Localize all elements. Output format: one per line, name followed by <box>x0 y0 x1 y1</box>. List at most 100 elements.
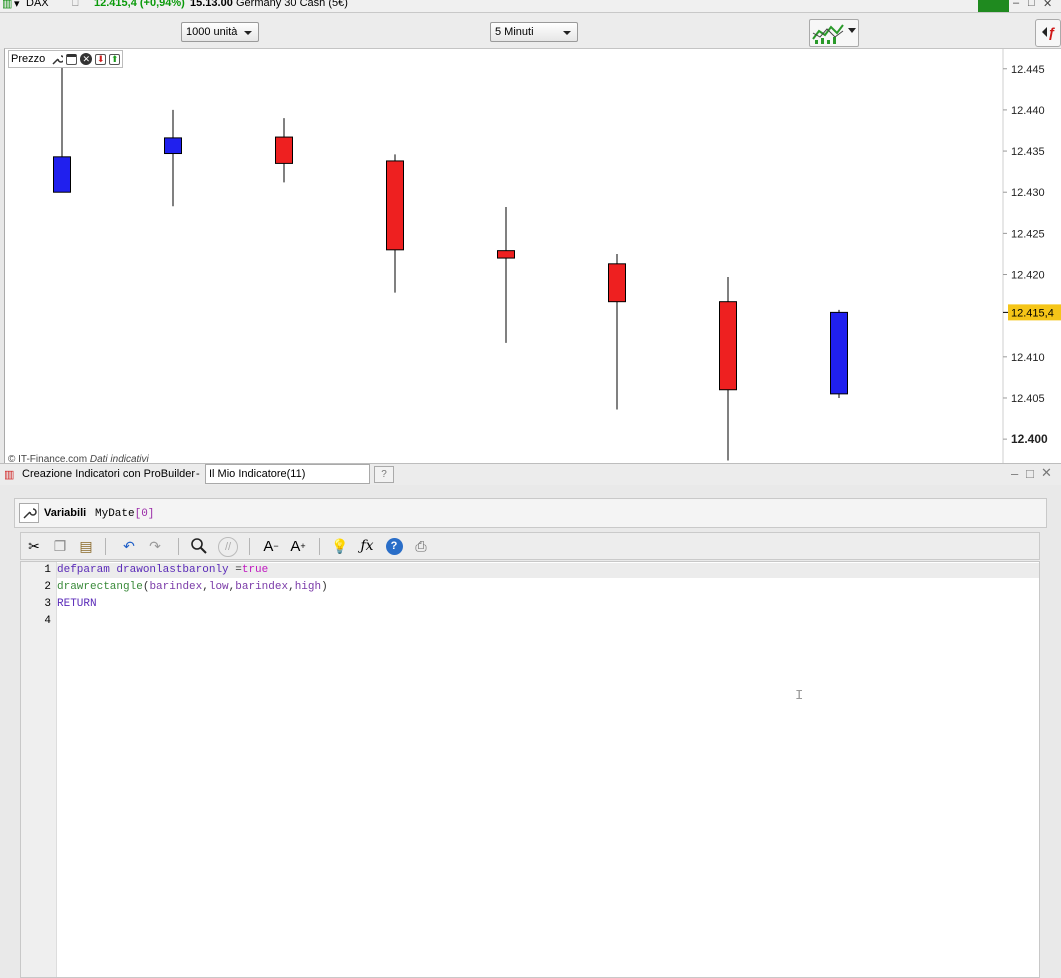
y-tick-label: 12.445 <box>1011 64 1045 76</box>
rename-icon[interactable]: ? <box>374 466 394 483</box>
chevron-down-icon <box>848 28 856 33</box>
move-up-icon[interactable]: ⬆ <box>109 53 121 65</box>
info-icon[interactable]: ⎕ <box>72 0 79 10</box>
price-panel-header: Prezzo ✕ ⬇ ⬆ <box>8 50 124 68</box>
dax-chart-icon: ▥ <box>2 0 13 10</box>
credit-note: Dati indicativi <box>89 454 149 463</box>
code-token: true <box>241 564 269 576</box>
maximize-icon[interactable]: □ <box>1026 466 1034 481</box>
copy-icon[interactable]: ❐ <box>51 537 69 555</box>
candle-body <box>164 137 182 155</box>
chevron-down-icon <box>563 31 571 35</box>
candle[interactable] <box>608 253 626 410</box>
probuilder-title: Creazione Indicatori con ProBuilder <box>22 468 196 480</box>
search-icon[interactable] <box>190 537 208 555</box>
data-credit: © IT-Finance.com Dati indicativi <box>8 454 149 463</box>
y-tick-label: 12.400 <box>1011 432 1048 446</box>
y-tick-label: 12.425 <box>1011 228 1045 240</box>
variables-bar: Variabili MyDate[0] <box>14 498 1047 528</box>
remove-icon[interactable]: ✕ <box>80 53 93 65</box>
candle-body <box>386 160 404 251</box>
code-line[interactable]: RETURN <box>57 598 97 610</box>
current-price-label: 12.415,4 <box>1011 307 1054 319</box>
move-down-icon[interactable]: ⬇ <box>95 53 107 65</box>
maximize-icon[interactable]: □ <box>1028 0 1035 9</box>
line-number: 4 <box>44 615 51 627</box>
y-tick-label: 12.440 <box>1011 105 1045 117</box>
wrench-icon[interactable] <box>50 53 64 66</box>
code-token: drawonlastbaronly <box>116 564 229 576</box>
code-token: defparam <box>57 564 110 576</box>
candle[interactable] <box>830 309 848 398</box>
arrow-left-icon <box>1042 27 1047 37</box>
y-tick-label: 12.435 <box>1011 146 1045 158</box>
code-token: RETURN <box>57 598 97 610</box>
credit-source: © IT-Finance.com <box>8 454 88 463</box>
dropdown-arrow-icon[interactable]: ▾ <box>14 0 20 10</box>
candle[interactable] <box>53 60 71 193</box>
code-line[interactable]: defparam drawonlastbaronly =true <box>57 564 268 576</box>
minimize-icon[interactable]: – <box>1013 0 1019 9</box>
function-icon[interactable]: ƒx <box>358 537 376 555</box>
variable-entry[interactable]: MyDate[0] <box>95 508 154 520</box>
code-token: high <box>294 581 322 593</box>
window-icon[interactable] <box>66 53 78 65</box>
comment-icon[interactable]: // <box>218 537 238 557</box>
lightbulb-icon[interactable]: 💡 <box>331 537 349 555</box>
close-icon[interactable]: ✕ <box>1043 0 1052 10</box>
line-number: 1 <box>44 564 51 576</box>
wrench-icon <box>23 508 37 519</box>
cut-icon[interactable]: ✂ <box>25 537 43 555</box>
candle[interactable] <box>719 276 737 461</box>
probuilder-icon: ▥ <box>4 469 15 481</box>
undo-icon[interactable]: ↶ <box>120 537 138 555</box>
candle-body <box>608 263 626 303</box>
candle-body <box>719 301 737 391</box>
redo-icon[interactable]: ↷ <box>146 537 164 555</box>
increase-font-icon[interactable]: A + <box>286 537 310 555</box>
timeframe-select-value: 5 Minuti <box>495 26 534 38</box>
indicators-button[interactable] <box>809 19 859 47</box>
candlestick-chart[interactable]: 12.445 12.440 12.435 12.430 12.425 12.420 12.4… <box>5 49 1061 463</box>
line-number: 2 <box>44 581 51 593</box>
candle[interactable] <box>497 207 515 343</box>
price-change: 12.415,4 (+0,94%) <box>94 0 185 9</box>
indicator-name-input[interactable] <box>205 464 370 484</box>
probuilder-titlebar: ▥ Creazione Indicatori con ProBuilder - … <box>0 463 1061 486</box>
price-chart[interactable]: 12.445 12.440 12.435 12.430 12.425 12.420 12.4… <box>4 48 1061 463</box>
print-icon[interactable]: ⎙ <box>412 537 430 555</box>
minimize-icon[interactable]: – <box>1011 466 1018 481</box>
variables-label: Variabili <box>44 507 87 519</box>
units-select[interactable]: 1000 unità <box>181 22 259 42</box>
code-line[interactable]: drawrectangle(barindex,low,barindex,high… <box>57 581 328 593</box>
panel-label: Prezzo <box>11 53 46 65</box>
y-tick-label: 12.405 <box>1011 393 1045 405</box>
candle-body <box>497 250 515 259</box>
y-tick-label: 12.420 <box>1011 270 1045 282</box>
help-icon[interactable]: ? <box>385 537 403 555</box>
variable-index: [0] <box>134 508 155 520</box>
instrument-name[interactable]: DAX <box>26 0 49 9</box>
panel-toggle-button[interactable]: ƒ <box>1035 19 1061 47</box>
y-tick-label: 12.410 <box>1011 352 1045 364</box>
variables-button[interactable] <box>19 503 39 523</box>
candle[interactable] <box>164 109 182 207</box>
code-token: barindex <box>235 581 289 593</box>
timeframe-select[interactable]: 5 Minuti <box>490 22 578 42</box>
keyboard-button[interactable] <box>978 0 1009 12</box>
code-token: , <box>288 581 295 593</box>
close-icon[interactable]: ✕ <box>1041 465 1052 481</box>
candle-body <box>830 311 848 395</box>
decrease-font-icon[interactable]: A − <box>259 537 283 555</box>
title-separator: - <box>196 468 200 480</box>
candle[interactable] <box>386 154 404 293</box>
paste-icon[interactable]: ▤ <box>77 537 95 555</box>
units-select-value: 1000 unità <box>186 26 238 38</box>
code-token: = <box>235 564 242 576</box>
function-red-icon: ƒ <box>1048 24 1056 40</box>
instrument-strip: ▥ ▾ DAX ⎕ 12.415,4 (+0,94%) 15.13.00 Ger… <box>0 0 1061 13</box>
variable-name: MyDate <box>95 508 135 520</box>
code-editor[interactable]: 1 2 3 4 defparam drawonlastbaronly =true… <box>20 561 1040 978</box>
chevron-down-icon <box>244 31 252 35</box>
candle[interactable] <box>275 118 293 183</box>
